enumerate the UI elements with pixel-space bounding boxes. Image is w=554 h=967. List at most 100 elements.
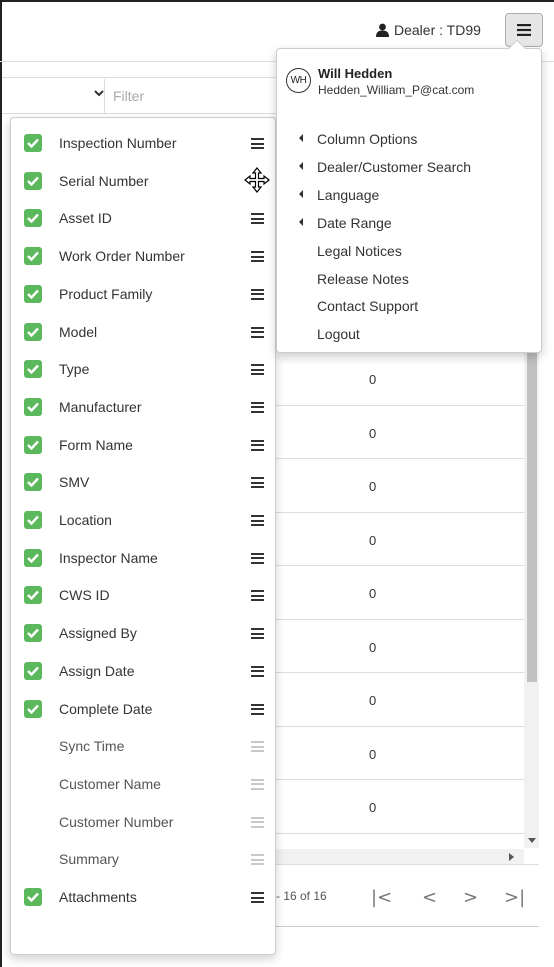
column-option-item[interactable]: Work Order Number bbox=[11, 243, 277, 269]
menu-item-release-notes[interactable]: Release Notes bbox=[277, 267, 543, 293]
drag-handle-icon[interactable] bbox=[251, 251, 264, 263]
table-cell: 0 bbox=[369, 639, 377, 655]
last-page-button[interactable]: >| bbox=[504, 887, 525, 908]
scroll-right-arrow-icon[interactable] bbox=[509, 853, 514, 861]
drag-handle-icon[interactable] bbox=[251, 778, 264, 790]
horizontal-scrollbar[interactable] bbox=[276, 849, 524, 864]
column-option-item[interactable]: Serial Number bbox=[11, 166, 277, 196]
dealer-indicator[interactable]: Dealer : TD99 bbox=[376, 19, 481, 41]
checkbox-checked-icon[interactable] bbox=[24, 586, 42, 605]
menu-item-date-range[interactable]: Date Range bbox=[277, 211, 543, 237]
table-row[interactable]: 0 bbox=[276, 566, 524, 620]
column-option-item[interactable]: CWS ID bbox=[11, 582, 277, 608]
checkbox-checked-icon[interactable] bbox=[24, 548, 42, 567]
table-row[interactable]: 0 bbox=[276, 513, 524, 566]
move-cursor-icon bbox=[244, 166, 270, 196]
drag-handle-icon[interactable] bbox=[251, 703, 264, 715]
checkbox-checked-icon[interactable] bbox=[24, 888, 42, 906]
checkbox-checked-icon[interactable] bbox=[24, 661, 42, 680]
column-option-item[interactable]: Assigned By bbox=[11, 620, 277, 646]
column-option-label: Location bbox=[59, 512, 112, 528]
first-page-button[interactable]: |< bbox=[371, 887, 392, 908]
checkbox-checked-icon[interactable] bbox=[24, 284, 42, 303]
checkbox-checked-icon[interactable] bbox=[24, 435, 42, 454]
column-option-item[interactable]: Complete Date bbox=[11, 696, 277, 722]
column-option-item[interactable]: Asset ID bbox=[11, 205, 277, 231]
column-option-item[interactable]: SMV bbox=[11, 469, 277, 495]
column-option-item[interactable]: Customer Number bbox=[11, 809, 277, 835]
column-option-item[interactable]: Summary bbox=[11, 846, 277, 872]
table-row[interactable]: 0 bbox=[276, 459, 524, 513]
menu-item-legal-notices[interactable]: Legal Notices bbox=[277, 239, 543, 265]
drag-handle-icon[interactable] bbox=[251, 138, 264, 149]
drag-handle-icon[interactable] bbox=[251, 854, 264, 866]
drag-handle-icon[interactable] bbox=[251, 515, 264, 526]
column-option-label: Customer Number bbox=[59, 813, 174, 830]
drag-handle-icon[interactable] bbox=[251, 628, 264, 640]
column-option-item[interactable]: Attachments bbox=[11, 884, 277, 910]
menu-item-label: Release Notes bbox=[317, 270, 409, 287]
menu-item-label: Contact Support bbox=[317, 298, 419, 315]
drag-handle-icon[interactable] bbox=[251, 477, 264, 489]
drag-handle-icon[interactable] bbox=[251, 213, 264, 225]
column-option-label: Summary bbox=[59, 851, 119, 868]
user-dropdown-menu: WH Will Hedden Hedden_William_P@cat.com … bbox=[276, 39, 543, 353]
drag-handle-icon[interactable] bbox=[251, 364, 264, 376]
column-option-item[interactable]: Type bbox=[11, 356, 277, 382]
drag-handle-icon[interactable] bbox=[251, 816, 264, 828]
hamburger-icon bbox=[517, 24, 531, 36]
prev-page-button[interactable]: < bbox=[422, 887, 437, 908]
column-option-item[interactable]: Sync Time bbox=[11, 733, 277, 759]
vertical-scroll-thumb[interactable] bbox=[527, 352, 537, 682]
drag-handle-icon[interactable] bbox=[251, 665, 264, 677]
column-option-label: Serial Number bbox=[59, 172, 149, 189]
filter-input[interactable] bbox=[104, 79, 276, 113]
chevron-down-icon[interactable] bbox=[94, 90, 104, 97]
drag-handle-icon[interactable] bbox=[251, 552, 264, 564]
column-option-item[interactable]: Product Family bbox=[11, 281, 277, 307]
checkbox-checked-icon[interactable] bbox=[24, 473, 42, 492]
menu-item-dealer-customer-search[interactable]: Dealer/Customer Search bbox=[277, 155, 543, 181]
table-row[interactable]: 0 bbox=[276, 780, 524, 834]
drag-handle-icon[interactable] bbox=[251, 439, 264, 451]
next-page-button[interactable]: > bbox=[463, 887, 478, 908]
checkbox-checked-icon[interactable] bbox=[24, 699, 42, 718]
table-row[interactable]: 0 bbox=[276, 352, 524, 406]
drag-handle-icon[interactable] bbox=[251, 892, 264, 903]
menu-item-contact-support[interactable]: Contact Support bbox=[277, 294, 543, 320]
checkbox-checked-icon[interactable] bbox=[24, 360, 42, 379]
column-option-item[interactable]: Inspector Name bbox=[11, 545, 277, 571]
column-option-item[interactable]: Location bbox=[11, 507, 277, 533]
column-option-item[interactable]: Assign Date bbox=[11, 658, 277, 684]
table-cell: 0 bbox=[369, 479, 377, 494]
checkbox-checked-icon[interactable] bbox=[24, 624, 42, 643]
table-row[interactable]: 0 bbox=[276, 406, 524, 459]
caret-left-icon bbox=[299, 189, 303, 198]
checkbox-checked-icon[interactable] bbox=[24, 134, 42, 152]
table-row[interactable]: 0 bbox=[276, 727, 524, 780]
column-option-item[interactable]: Form Name bbox=[11, 432, 277, 458]
table-row[interactable]: 0 bbox=[276, 673, 524, 727]
menu-item-language[interactable]: Language bbox=[277, 183, 543, 209]
scroll-down-arrow-icon[interactable] bbox=[528, 838, 536, 843]
drag-handle-icon[interactable] bbox=[251, 401, 264, 413]
menu-item-column-options[interactable]: Column Options bbox=[277, 127, 543, 153]
checkbox-checked-icon[interactable] bbox=[24, 322, 42, 341]
drag-handle-icon[interactable] bbox=[251, 288, 264, 300]
drag-handle-icon[interactable] bbox=[251, 590, 264, 602]
menu-item-logout[interactable]: Logout bbox=[277, 322, 543, 348]
column-option-item[interactable]: Model bbox=[11, 319, 277, 345]
column-option-item[interactable]: Customer Name bbox=[11, 771, 277, 797]
drag-handle-icon[interactable] bbox=[251, 326, 264, 338]
checkbox-checked-icon[interactable] bbox=[24, 209, 42, 228]
checkbox-checked-icon[interactable] bbox=[24, 247, 42, 266]
checkbox-checked-icon[interactable] bbox=[24, 397, 42, 416]
checkbox-checked-icon[interactable] bbox=[24, 171, 42, 190]
checkbox-checked-icon[interactable] bbox=[24, 511, 42, 529]
column-option-item[interactable]: Manufacturer bbox=[11, 394, 277, 420]
hamburger-menu-button[interactable] bbox=[505, 13, 543, 47]
column-option-item[interactable]: Inspection Number bbox=[11, 130, 277, 156]
column-option-label: Customer Name bbox=[59, 775, 161, 792]
drag-handle-icon[interactable] bbox=[251, 741, 264, 753]
table-row[interactable]: 0 bbox=[276, 620, 524, 673]
